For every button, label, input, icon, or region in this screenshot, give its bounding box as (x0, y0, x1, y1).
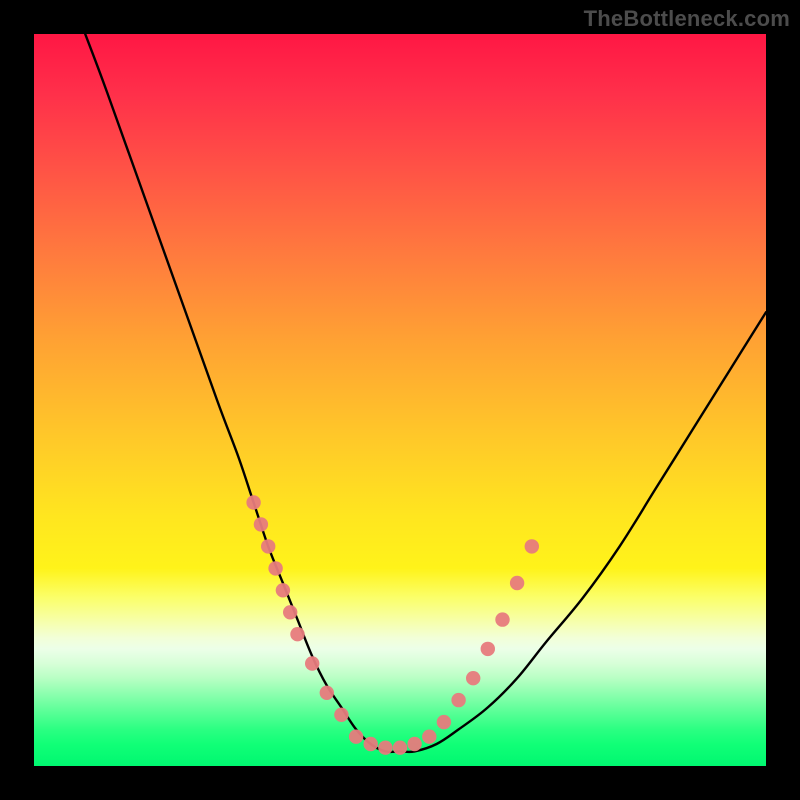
curve-layer (34, 34, 766, 766)
highlight-dot (393, 741, 407, 755)
bottleneck-curve (85, 34, 766, 752)
highlight-dot (364, 737, 378, 751)
highlight-dot (525, 539, 539, 553)
highlight-dot (422, 730, 436, 744)
highlight-dot (437, 715, 451, 729)
highlight-dot (481, 642, 495, 656)
highlight-dot (407, 737, 421, 751)
plot-area (34, 34, 766, 766)
highlight-dot (283, 605, 297, 619)
highlight-dot (466, 671, 480, 685)
watermark-text: TheBottleneck.com (584, 6, 790, 32)
highlight-dot (290, 627, 304, 641)
highlight-dot (334, 708, 348, 722)
highlight-dot (510, 576, 524, 590)
highlight-dot (261, 539, 275, 553)
highlight-dot (246, 495, 260, 509)
highlight-dot (378, 741, 392, 755)
highlight-dot (495, 612, 509, 626)
highlight-dot (349, 730, 363, 744)
highlight-dot (305, 656, 319, 670)
highlight-dot (254, 517, 268, 531)
highlight-dots (246, 495, 539, 755)
highlight-dot (451, 693, 465, 707)
highlight-dot (268, 561, 282, 575)
chart-frame: TheBottleneck.com (0, 0, 800, 800)
highlight-dot (320, 686, 334, 700)
highlight-dot (276, 583, 290, 597)
